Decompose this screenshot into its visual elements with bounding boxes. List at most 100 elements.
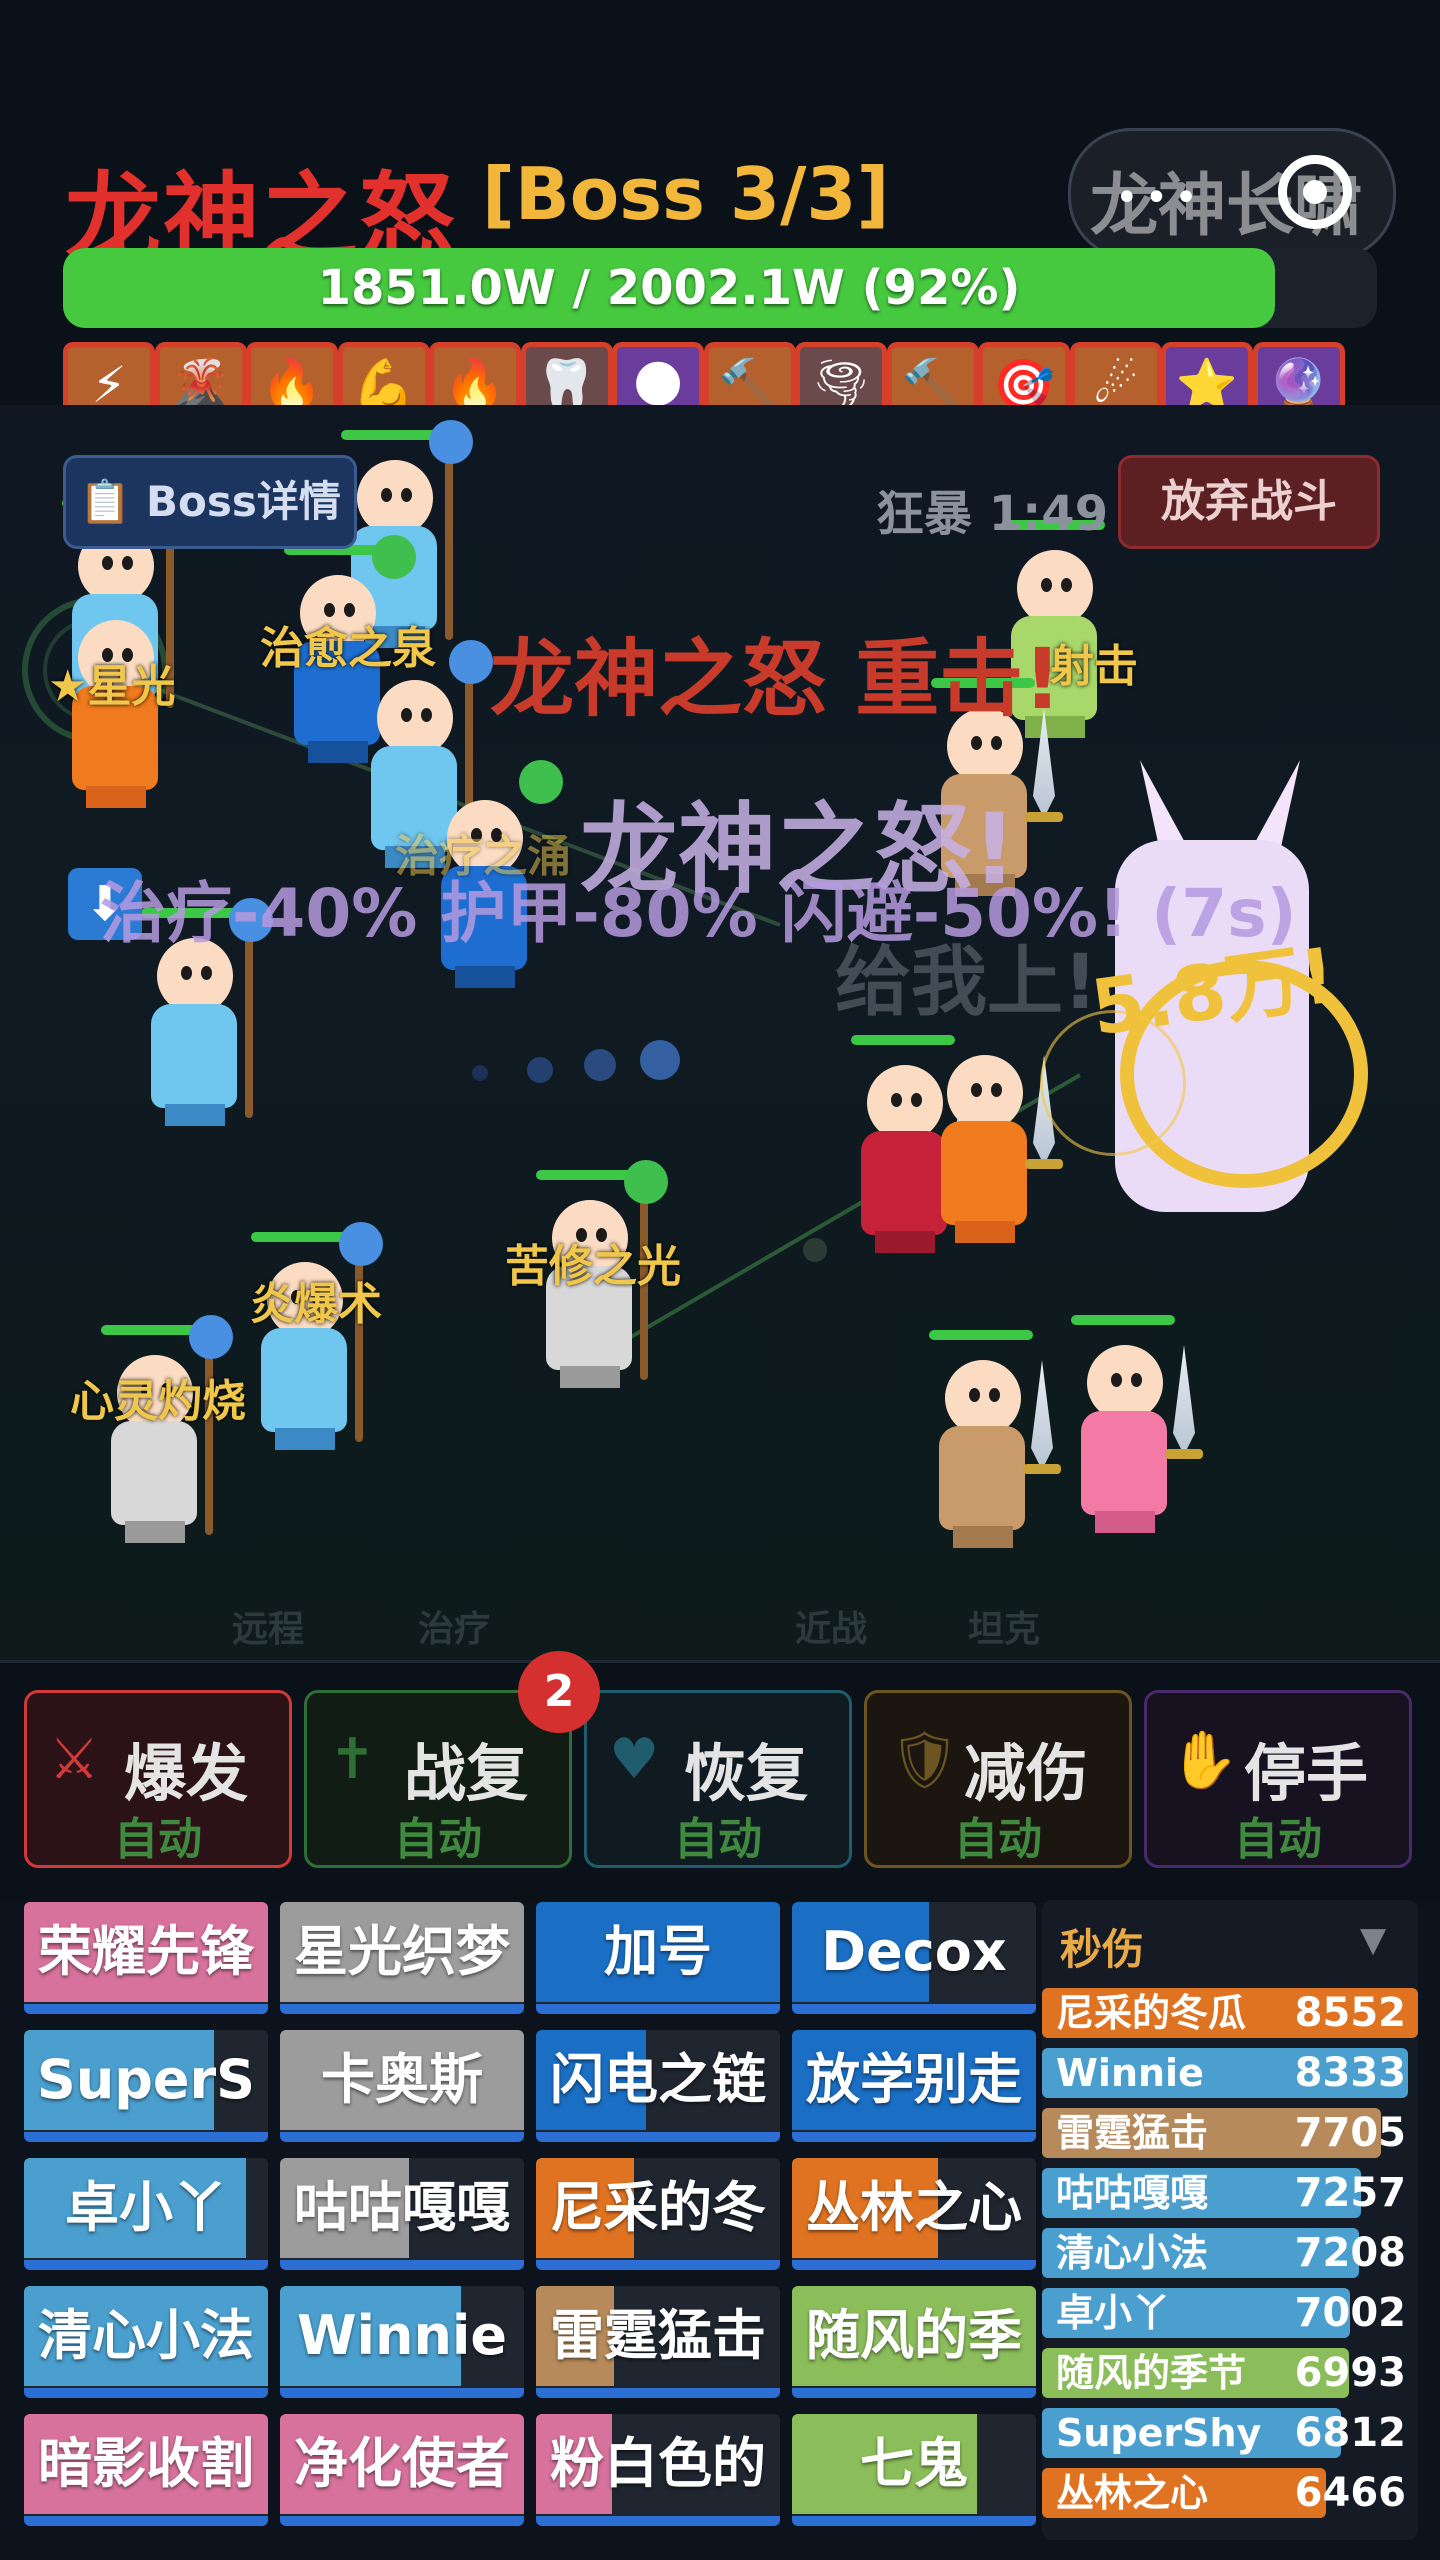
- dps-player-name: 尼采的冬瓜: [1056, 1991, 1247, 2035]
- raid-frame-name: 粉白色的: [550, 2432, 766, 2495]
- raid-frame-mana: [280, 2004, 524, 2014]
- raid-frame[interactable]: 荣耀先锋: [24, 1902, 268, 2014]
- stance-button-4[interactable]: ✋ 停手 自动: [1144, 1690, 1412, 1868]
- dps-row: Winnie 8333: [1042, 2048, 1418, 2098]
- stance-auto-label: 自动: [114, 1814, 202, 1865]
- raid-frame-mana: [792, 2516, 1036, 2526]
- buff-icon[interactable]: 🦷: [520, 342, 613, 411]
- dps-value: 7002: [1294, 2290, 1406, 2336]
- stance-button-2[interactable]: ♥ 恢复 自动: [584, 1690, 852, 1868]
- buff-icon[interactable]: 🌑: [612, 342, 704, 411]
- raid-frame[interactable]: 放学别走: [792, 2030, 1036, 2142]
- raid-frame-mana: [536, 2516, 780, 2526]
- raid-frame[interactable]: Winnie: [280, 2286, 524, 2398]
- lane-label-tank: 坦克: [968, 1609, 1041, 1650]
- close-circle-icon[interactable]: [1278, 155, 1352, 229]
- buff-icon[interactable]: 💪: [337, 342, 430, 411]
- raid-frame-name: 净化使者: [294, 2432, 510, 2495]
- buff-icon[interactable]: 🔨: [886, 342, 979, 411]
- raid-frame[interactable]: 尼采的冬: [536, 2158, 780, 2270]
- dps-value: 8333: [1294, 2050, 1406, 2096]
- raid-frame[interactable]: 丛林之心: [792, 2158, 1036, 2270]
- dps-value: 7208: [1294, 2230, 1406, 2276]
- dps-row: 丛林之心 6466: [1042, 2468, 1418, 2518]
- raid-frame[interactable]: 加号: [536, 1902, 780, 2014]
- stance-auto-label: 自动: [954, 1814, 1042, 1865]
- raid-frame[interactable]: 暗影收割: [24, 2414, 268, 2526]
- dps-row: 卓小丫 7002: [1042, 2288, 1418, 2338]
- dps-player-name: 清心小法: [1056, 2231, 1209, 2275]
- dps-row: 尼采的冬瓜 8552: [1042, 1988, 1418, 2038]
- raid-frame[interactable]: 清心小法: [24, 2286, 268, 2398]
- raid-frame-name: 放学别走: [806, 2048, 1022, 2111]
- raid-frame[interactable]: 卓小丫: [24, 2158, 268, 2270]
- stance-auto-label: 自动: [394, 1814, 482, 1865]
- buff-icon[interactable]: ⚡: [63, 342, 155, 411]
- raid-frame-mana: [24, 2388, 268, 2398]
- raid-frame[interactable]: 闪电之链: [536, 2030, 780, 2142]
- raid-frame-name: 卓小丫: [65, 2176, 227, 2239]
- dropdown-arrow-icon[interactable]: ▼: [1360, 1920, 1386, 1960]
- stance-button-3[interactable]: 🛡 减伤 自动: [864, 1690, 1132, 1868]
- dps-row: 随风的季节 6993: [1042, 2348, 1418, 2398]
- raid-frame-name: 咕咕嘎嘎: [294, 2176, 510, 2239]
- raid-frame[interactable]: 七鬼: [792, 2414, 1036, 2526]
- boss-crit-text: 龙神之怒 重击!: [490, 630, 1062, 728]
- raid-frame-name: 雷霆猛击: [550, 2304, 766, 2367]
- buff-icon[interactable]: 🔨: [703, 342, 796, 411]
- raid-frame-mana: [792, 2132, 1036, 2142]
- raid-frame-mana: [536, 2260, 780, 2270]
- raid-frame-mana: [24, 2516, 268, 2526]
- dps-player-name: 卓小丫: [1056, 2291, 1171, 2335]
- dps-value: 6812: [1294, 2410, 1406, 2456]
- dps-player-name: SuperShy: [1056, 2411, 1262, 2455]
- boss-detail-button[interactable]: 📋 Boss详情: [63, 455, 357, 549]
- raid-frame[interactable]: 随风的季: [792, 2286, 1036, 2398]
- buff-icon[interactable]: ⭐: [1161, 342, 1253, 411]
- raid-frame-mana: [280, 2132, 524, 2142]
- dps-value: 8552: [1294, 1990, 1406, 2036]
- dps-row: 咕咕嘎嘎 7257: [1042, 2168, 1418, 2218]
- raid-frame-mana: [792, 2260, 1036, 2270]
- raid-frame[interactable]: 咕咕嘎嘎: [280, 2158, 524, 2270]
- buff-icon[interactable]: 🔮: [1252, 342, 1345, 411]
- buff-icon[interactable]: 🌋: [154, 342, 247, 411]
- buff-icon[interactable]: 🔥: [429, 342, 521, 411]
- raid-frame-mana: [24, 2260, 268, 2270]
- raid-frame-mana: [280, 2388, 524, 2398]
- raid-frame[interactable]: 净化使者: [280, 2414, 524, 2526]
- raid-frame-name: 加号: [604, 1920, 712, 1983]
- dps-row: 清心小法 7208: [1042, 2228, 1418, 2278]
- raid-frame-mana: [792, 2004, 1036, 2014]
- raid-frame-name: SuperS: [36, 2048, 256, 2111]
- more-menu-icon[interactable]: •••: [1115, 175, 1204, 221]
- raid-frame[interactable]: 星光织梦: [280, 1902, 524, 2014]
- raid-frame-name: 荣耀先锋: [38, 1920, 254, 1983]
- raid-frame-name: 暗影收割: [38, 2432, 254, 2495]
- buff-icon[interactable]: 🔥: [246, 342, 338, 411]
- dps-value: 7705: [1294, 2110, 1406, 2156]
- abandon-battle-button[interactable]: 放弃战斗: [1118, 455, 1380, 549]
- lane-label-ranged: 远程: [232, 1609, 305, 1650]
- boss-hp-text: 1851.0W / 2002.1W (92%): [317, 260, 1021, 316]
- dps-player-name: 雷霆猛击: [1056, 2111, 1209, 2155]
- raid-frame-name: Decox: [821, 1920, 1007, 1983]
- buff-icon[interactable]: 🎯: [978, 342, 1070, 411]
- stance-button-0[interactable]: ⚔ 爆发 自动: [24, 1690, 292, 1868]
- raid-frame[interactable]: 卡奥斯: [280, 2030, 524, 2142]
- dps-value: 7257: [1294, 2170, 1406, 2216]
- buff-icon[interactable]: ☄: [1069, 342, 1162, 411]
- raid-frame[interactable]: 粉白色的: [536, 2414, 780, 2526]
- stance-auto-label: 自动: [674, 1814, 762, 1865]
- skill-text-fire: 炎爆术: [250, 1279, 382, 1330]
- frenzy-timer: 狂暴 1:49: [876, 486, 1109, 542]
- dps-meter-title[interactable]: 秒伤: [1060, 1916, 1144, 1977]
- stance-name: 爆发: [123, 1737, 248, 1810]
- raid-frame[interactable]: SuperS: [24, 2030, 268, 2142]
- raid-frame-name: 星光织梦: [294, 1920, 510, 1983]
- buff-icon[interactable]: 🌪: [795, 342, 887, 411]
- boss-progress: [Boss 3/3]: [482, 152, 890, 236]
- notification-badge: 2: [518, 1651, 600, 1733]
- raid-frame[interactable]: Decox: [792, 1902, 1036, 2014]
- raid-frame[interactable]: 雷霆猛击: [536, 2286, 780, 2398]
